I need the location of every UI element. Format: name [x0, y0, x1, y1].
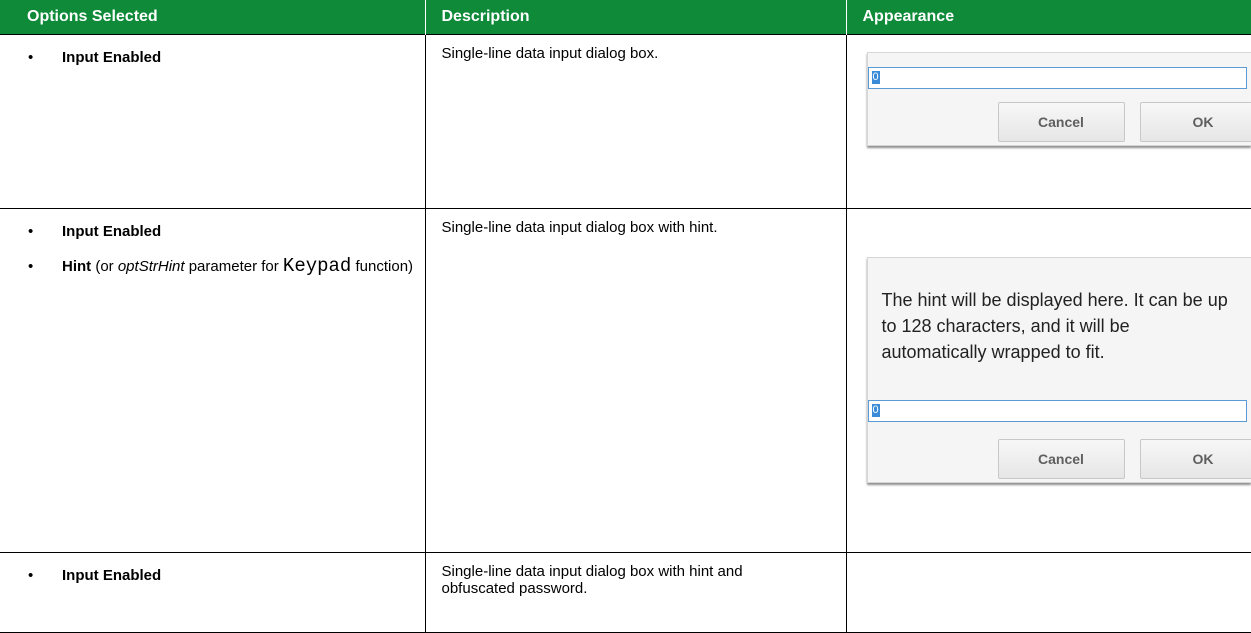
option-param: optStrHint	[118, 258, 185, 275]
options-table: Options Selected Description Appearance …	[0, 0, 1251, 633]
bullet: •	[28, 49, 33, 66]
list-item: • Hint (or optStrHint parameter for Keyp…	[0, 258, 415, 275]
description-cell: Single-line data input dialog box with h…	[425, 553, 846, 633]
bullet: •	[28, 223, 33, 240]
input-value: 0	[872, 71, 880, 84]
input-dialog-preview: 0 Cancel OK	[867, 52, 1251, 146]
header-description: Description	[425, 0, 846, 35]
option-function: Keypad	[283, 255, 351, 277]
table-row: • Input Enabled • Hint (or optStrHint pa…	[0, 209, 1251, 553]
list-item: • Input Enabled	[0, 49, 415, 66]
options-list: • Input Enabled	[0, 553, 425, 584]
option-text: parameter for	[185, 258, 283, 275]
value-input[interactable]: 0	[868, 400, 1248, 422]
options-list: • Input Enabled • Hint (or optStrHint pa…	[0, 209, 425, 275]
list-item: • Input Enabled	[0, 223, 415, 240]
options-cell: • Input Enabled	[0, 553, 425, 633]
option-name: Input Enabled	[62, 223, 161, 240]
table-row: • Input Enabled Single-line data input d…	[0, 35, 1251, 209]
option-text: function)	[351, 258, 413, 275]
input-value: 0	[872, 404, 880, 417]
header-options-selected: Options Selected	[0, 0, 425, 35]
ok-button[interactable]: OK	[1140, 102, 1251, 142]
bullet: •	[28, 567, 33, 584]
header-appearance: Appearance	[846, 0, 1251, 35]
list-item: • Input Enabled	[0, 567, 415, 584]
ok-button[interactable]: OK	[1140, 439, 1251, 479]
option-text: (or	[91, 258, 118, 275]
value-input[interactable]: 0	[868, 67, 1248, 89]
table-header-row: Options Selected Description Appearance	[0, 0, 1251, 35]
bullet: •	[28, 258, 33, 275]
option-name: Input Enabled	[62, 49, 161, 66]
appearance-cell: The hint will be displayed here. It can …	[846, 209, 1251, 553]
description-cell: Single-line data input dialog box.	[425, 35, 846, 209]
cancel-button[interactable]: Cancel	[998, 102, 1125, 142]
description-text: Single-line data input dialog box with h…	[426, 553, 846, 597]
appearance-cell: 0 Cancel OK	[846, 35, 1251, 209]
description-cell: Single-line data input dialog box with h…	[425, 209, 846, 553]
cancel-button[interactable]: Cancel	[998, 439, 1125, 479]
description-text: Single-line data input dialog box.	[426, 35, 846, 62]
appearance-cell	[846, 553, 1251, 633]
option-name: Input Enabled	[62, 567, 161, 584]
options-list: • Input Enabled	[0, 35, 425, 66]
table-row: • Input Enabled Single-line data input d…	[0, 553, 1251, 633]
description-text: Single-line data input dialog box with h…	[426, 209, 846, 236]
hint-text: The hint will be displayed here. It can …	[868, 258, 1251, 365]
options-cell: • Input Enabled • Hint (or optStrHint pa…	[0, 209, 425, 553]
options-cell: • Input Enabled	[0, 35, 425, 209]
hint-dialog-preview: The hint will be displayed here. It can …	[867, 257, 1251, 483]
option-name: Hint	[62, 258, 91, 275]
